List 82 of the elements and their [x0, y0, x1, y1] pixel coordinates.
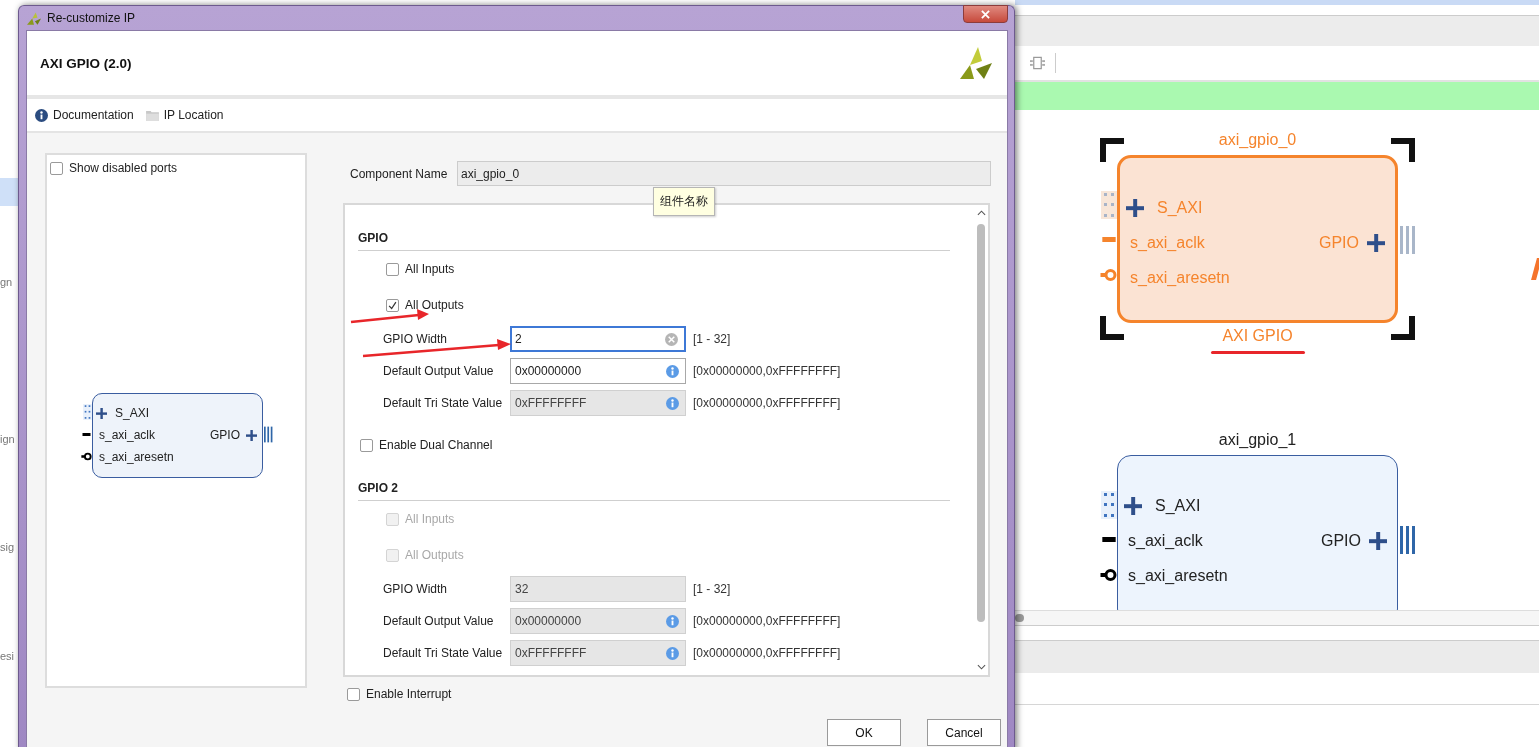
ip-title: AXI GPIO (2.0): [40, 55, 132, 71]
field-label: Default Output Value: [383, 614, 495, 628]
range-hint: [1 - 32]: [693, 332, 731, 346]
interface-pin-icon[interactable]: [1101, 490, 1117, 519]
port-label: S_AXI: [1155, 496, 1201, 515]
bus-pin-icon[interactable]: [1400, 524, 1416, 555]
port-label: s_axi_aresetn: [99, 450, 174, 464]
tooltip: 组件名称: [653, 187, 715, 216]
range-hint: [1 - 32]: [693, 582, 731, 596]
scrollbar-thumb[interactable]: [1015, 614, 1024, 622]
ip-block[interactable]: S_AXI s_axi_aclk s_axi_aresetn GPIO: [92, 393, 263, 478]
port-label: s_axi_aclk: [1128, 531, 1203, 550]
port-label: GPIO: [210, 428, 240, 442]
plus-icon[interactable]: [1126, 198, 1144, 217]
net-segment: [1531, 258, 1539, 280]
plus-icon[interactable]: [1367, 233, 1385, 252]
chevron-up-icon[interactable]: [976, 210, 986, 216]
checkbox[interactable]: [360, 438, 373, 452]
window-title: Re-customize IP: [47, 11, 136, 25]
sidebar-text[interactable]: gn: [0, 276, 13, 288]
input-field[interactable]: 0x00000000: [510, 358, 686, 384]
input-field[interactable]: axi_gpio_0: [457, 161, 991, 186]
dialog-button[interactable]: Cancel: [927, 719, 1001, 746]
plus-icon[interactable]: [96, 407, 107, 419]
folder-icon: [145, 109, 159, 121]
plus-icon[interactable]: [1369, 531, 1387, 550]
logo-icon: [960, 47, 992, 79]
ip-block[interactable]: S_AXI s_axi_aclk s_axi_aresetn GPIO: [1117, 455, 1398, 610]
field-label: Default Tri State Value: [383, 396, 504, 410]
block-type: AXI GPIO: [1222, 327, 1293, 345]
checkbox[interactable]: [50, 161, 63, 175]
block-name: axi_gpio_1: [1218, 431, 1297, 449]
scrollbar-thumb[interactable]: [977, 224, 985, 622]
checkbox-label[interactable]: All Inputs: [405, 262, 455, 276]
inverted-pin-icon[interactable]: [1100, 567, 1117, 582]
close-icon: [981, 9, 990, 19]
field-label: Default Output Value: [383, 364, 495, 378]
toolbar-link[interactable]: IP Location: [145, 108, 224, 122]
checkbox[interactable]: [386, 298, 399, 312]
checkbox-label[interactable]: Enable Dual Channel: [379, 438, 493, 452]
checkbox-label[interactable]: Show disabled ports: [69, 161, 178, 175]
dialog-button[interactable]: OK: [827, 719, 901, 746]
port-label: GPIO: [1319, 233, 1359, 252]
sidebar-item-highlight: [0, 178, 20, 206]
port-label: S_AXI: [1157, 198, 1203, 217]
bus-pin-icon[interactable]: [264, 425, 273, 443]
field-label: Default Tri State Value: [383, 646, 504, 660]
checkbox-label[interactable]: All Outputs: [405, 298, 464, 312]
range-hint: [0x00000000,0xFFFFFFFF]: [693, 646, 841, 660]
sidebar-text[interactable]: ign: [0, 433, 15, 445]
port-label: s_axi_aresetn: [1128, 566, 1228, 585]
field-label: Component Name: [350, 166, 449, 181]
field-label: GPIO Width: [383, 332, 448, 346]
plus-icon[interactable]: [1124, 496, 1142, 515]
field-label: GPIO Width: [383, 582, 448, 596]
interface-pin-icon[interactable]: [83, 402, 92, 422]
sidebar-text[interactable]: sig: [0, 541, 15, 553]
info-icon: [35, 108, 48, 122]
chevron-down-icon[interactable]: [976, 664, 986, 670]
section-heading: GPIO: [358, 227, 950, 251]
logo-icon: [27, 11, 41, 25]
checkbox[interactable]: [386, 262, 399, 276]
section-heading: GPIO 2: [358, 477, 950, 501]
port-label: GPIO: [1321, 531, 1361, 550]
chip-icon[interactable]: [1030, 56, 1045, 70]
info-icon[interactable]: [666, 364, 679, 378]
checkbox-label[interactable]: Enable Interrupt: [366, 687, 452, 701]
port-label: S_AXI: [115, 406, 150, 420]
plus-icon[interactable]: [246, 429, 257, 441]
close-button[interactable]: [963, 5, 1008, 23]
port-label: s_axi_aclk: [1130, 233, 1205, 252]
input-field[interactable]: 2: [510, 326, 686, 352]
block-name: axi_gpio_0: [1218, 131, 1297, 149]
port-label: s_axi_aresetn: [1130, 268, 1230, 287]
range-hint: [0x00000000,0xFFFFFFFF]: [693, 396, 841, 410]
sidebar-text[interactable]: esi: [0, 650, 15, 662]
port-label: s_axi_aclk: [99, 428, 156, 442]
checkbox[interactable]: [347, 687, 360, 701]
toolbar-link[interactable]: Documentation: [35, 108, 134, 122]
range-hint: [0x00000000,0xFFFFFFFF]: [693, 364, 841, 378]
range-hint: [0x00000000,0xFFFFFFFF]: [693, 614, 841, 628]
inverted-pin-icon[interactable]: [81, 451, 92, 461]
